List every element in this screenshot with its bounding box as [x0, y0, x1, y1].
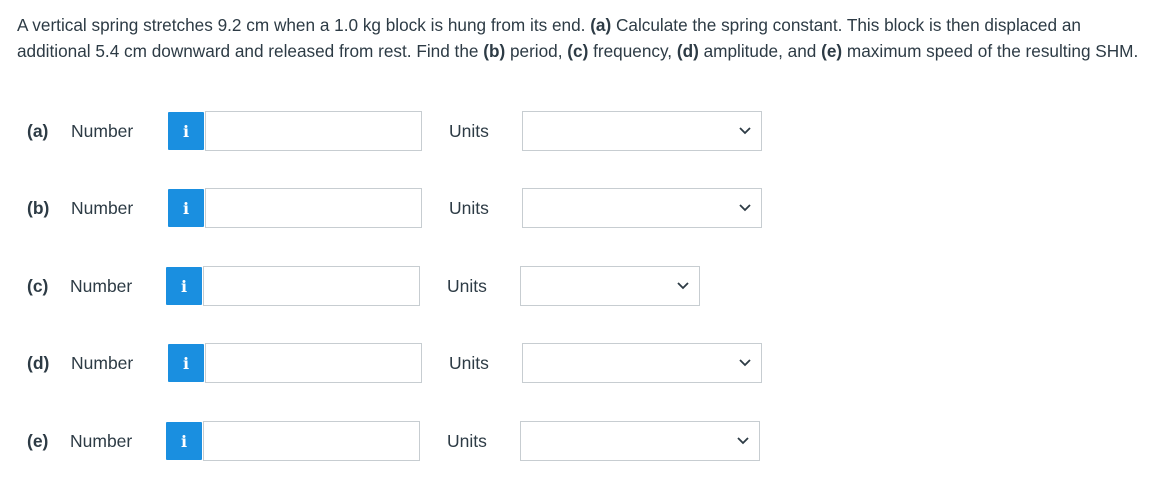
number-input-d[interactable]: [205, 343, 422, 383]
units-select-b[interactable]: [522, 188, 762, 228]
question-text-5: amplitude, and: [698, 41, 822, 61]
info-icon[interactable]: i: [168, 344, 204, 382]
number-label-b: Number: [71, 198, 134, 218]
units-select-d[interactable]: [522, 343, 762, 383]
number-input-c[interactable]: [203, 266, 420, 306]
question-part-b-tag: (b): [483, 41, 506, 61]
units-label-c: Units: [447, 276, 487, 296]
info-icon[interactable]: i: [168, 189, 204, 227]
chevron-down-icon: [739, 359, 751, 367]
chevron-down-icon: [737, 437, 749, 445]
question-text-1: A vertical spring stretches 9.2 cm when …: [17, 15, 591, 35]
units-select-e[interactable]: [520, 421, 760, 461]
number-input-e[interactable]: [203, 421, 420, 461]
question-text-4: frequency,: [588, 41, 677, 61]
units-label-a: Units: [449, 121, 489, 141]
part-label-d: (d): [27, 353, 50, 373]
question-part-d-tag: (d): [676, 41, 699, 61]
number-label-e: Number: [70, 431, 133, 451]
number-label-d: Number: [71, 353, 134, 373]
chevron-down-icon: [739, 204, 751, 212]
units-label-b: Units: [449, 198, 489, 218]
number-label-c: Number: [70, 276, 133, 296]
chevron-down-icon: [677, 282, 689, 290]
units-label-e: Units: [447, 431, 487, 451]
answer-row-b: (b) Number i Units: [0, 188, 1175, 230]
units-select-a[interactable]: [522, 111, 762, 151]
number-input-a[interactable]: [205, 111, 422, 151]
answer-row-a: (a) Number i Units: [0, 111, 1175, 153]
question-part-a-tag: (a): [590, 15, 612, 35]
part-label-b: (b): [27, 198, 50, 218]
number-label-a: Number: [71, 121, 134, 141]
units-select-c[interactable]: [520, 266, 700, 306]
question-text: A vertical spring stretches 9.2 cm when …: [17, 12, 1157, 64]
info-icon[interactable]: i: [166, 422, 202, 460]
answer-row-c: (c) Number i Units: [0, 266, 1175, 308]
question-text-3: period,: [505, 41, 568, 61]
chevron-down-icon: [739, 127, 751, 135]
part-label-c: (c): [27, 276, 49, 296]
answer-row-e: (e) Number i Units: [0, 421, 1175, 463]
part-label-a: (a): [27, 121, 49, 141]
question-text-6: maximum speed of the resulting SHM.: [842, 41, 1139, 61]
units-label-d: Units: [449, 353, 489, 373]
question-part-e-tag: (e): [821, 41, 843, 61]
question-part-c-tag: (c): [567, 41, 589, 61]
number-input-b[interactable]: [205, 188, 422, 228]
answer-row-d: (d) Number i Units: [0, 343, 1175, 385]
info-icon[interactable]: i: [168, 112, 204, 150]
part-label-e: (e): [27, 431, 49, 451]
info-icon[interactable]: i: [166, 267, 202, 305]
